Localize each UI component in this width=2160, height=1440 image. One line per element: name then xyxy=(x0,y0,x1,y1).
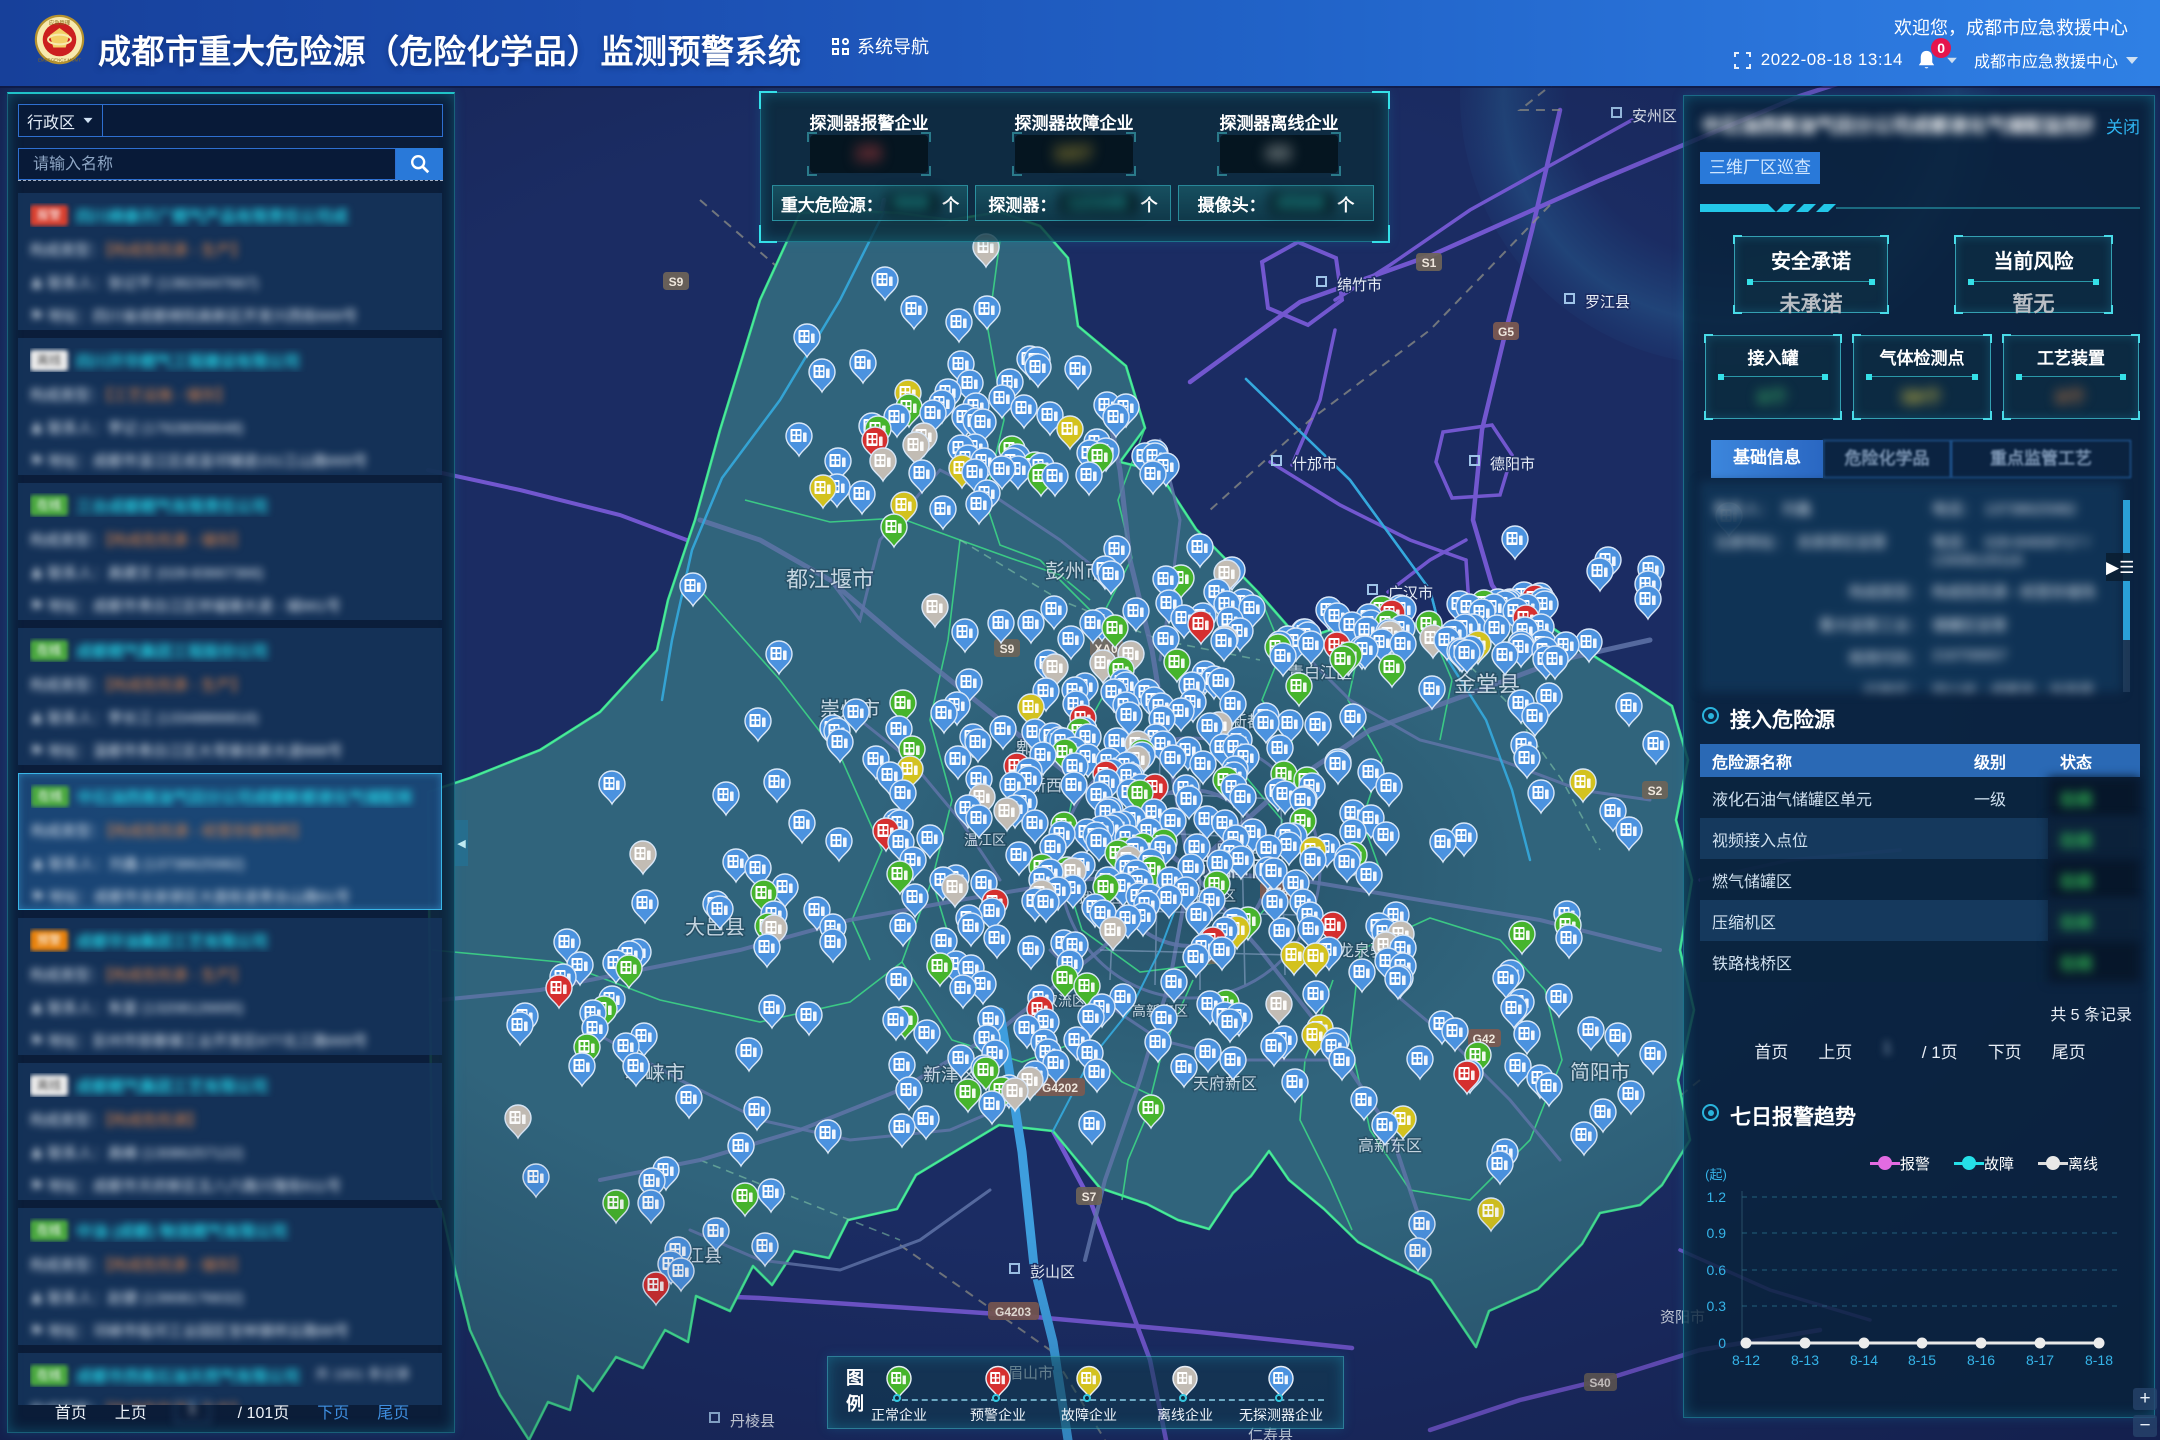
svg-text:报警: 报警 xyxy=(1900,1156,1930,1173)
svg-text:8-17: 8-17 xyxy=(2026,1352,2054,1368)
svg-text:8-14: 8-14 xyxy=(1850,1352,1878,1368)
svg-text:应急管理: 应急管理 xyxy=(49,18,71,26)
svg-text:故障: 故障 xyxy=(1984,1155,2014,1173)
svg-text:0: 0 xyxy=(1718,1335,1726,1351)
svg-text:(起): (起) xyxy=(1705,1167,1727,1182)
svg-text:8-16: 8-16 xyxy=(1967,1352,1995,1368)
svg-text:8-18: 8-18 xyxy=(2085,1352,2113,1368)
svg-text:8-12: 8-12 xyxy=(1732,1352,1760,1368)
svg-text:离线: 离线 xyxy=(2068,1156,2098,1173)
svg-text:0.9: 0.9 xyxy=(1707,1225,1727,1241)
svg-text:1.2: 1.2 xyxy=(1707,1189,1727,1205)
svg-text:EMERGENCY MGMT: EMERGENCY MGMT xyxy=(38,58,81,63)
svg-text:8-15: 8-15 xyxy=(1908,1352,1936,1368)
svg-text:0.6: 0.6 xyxy=(1707,1262,1727,1278)
svg-text:0.3: 0.3 xyxy=(1707,1298,1727,1314)
svg-text:8-13: 8-13 xyxy=(1791,1352,1819,1368)
